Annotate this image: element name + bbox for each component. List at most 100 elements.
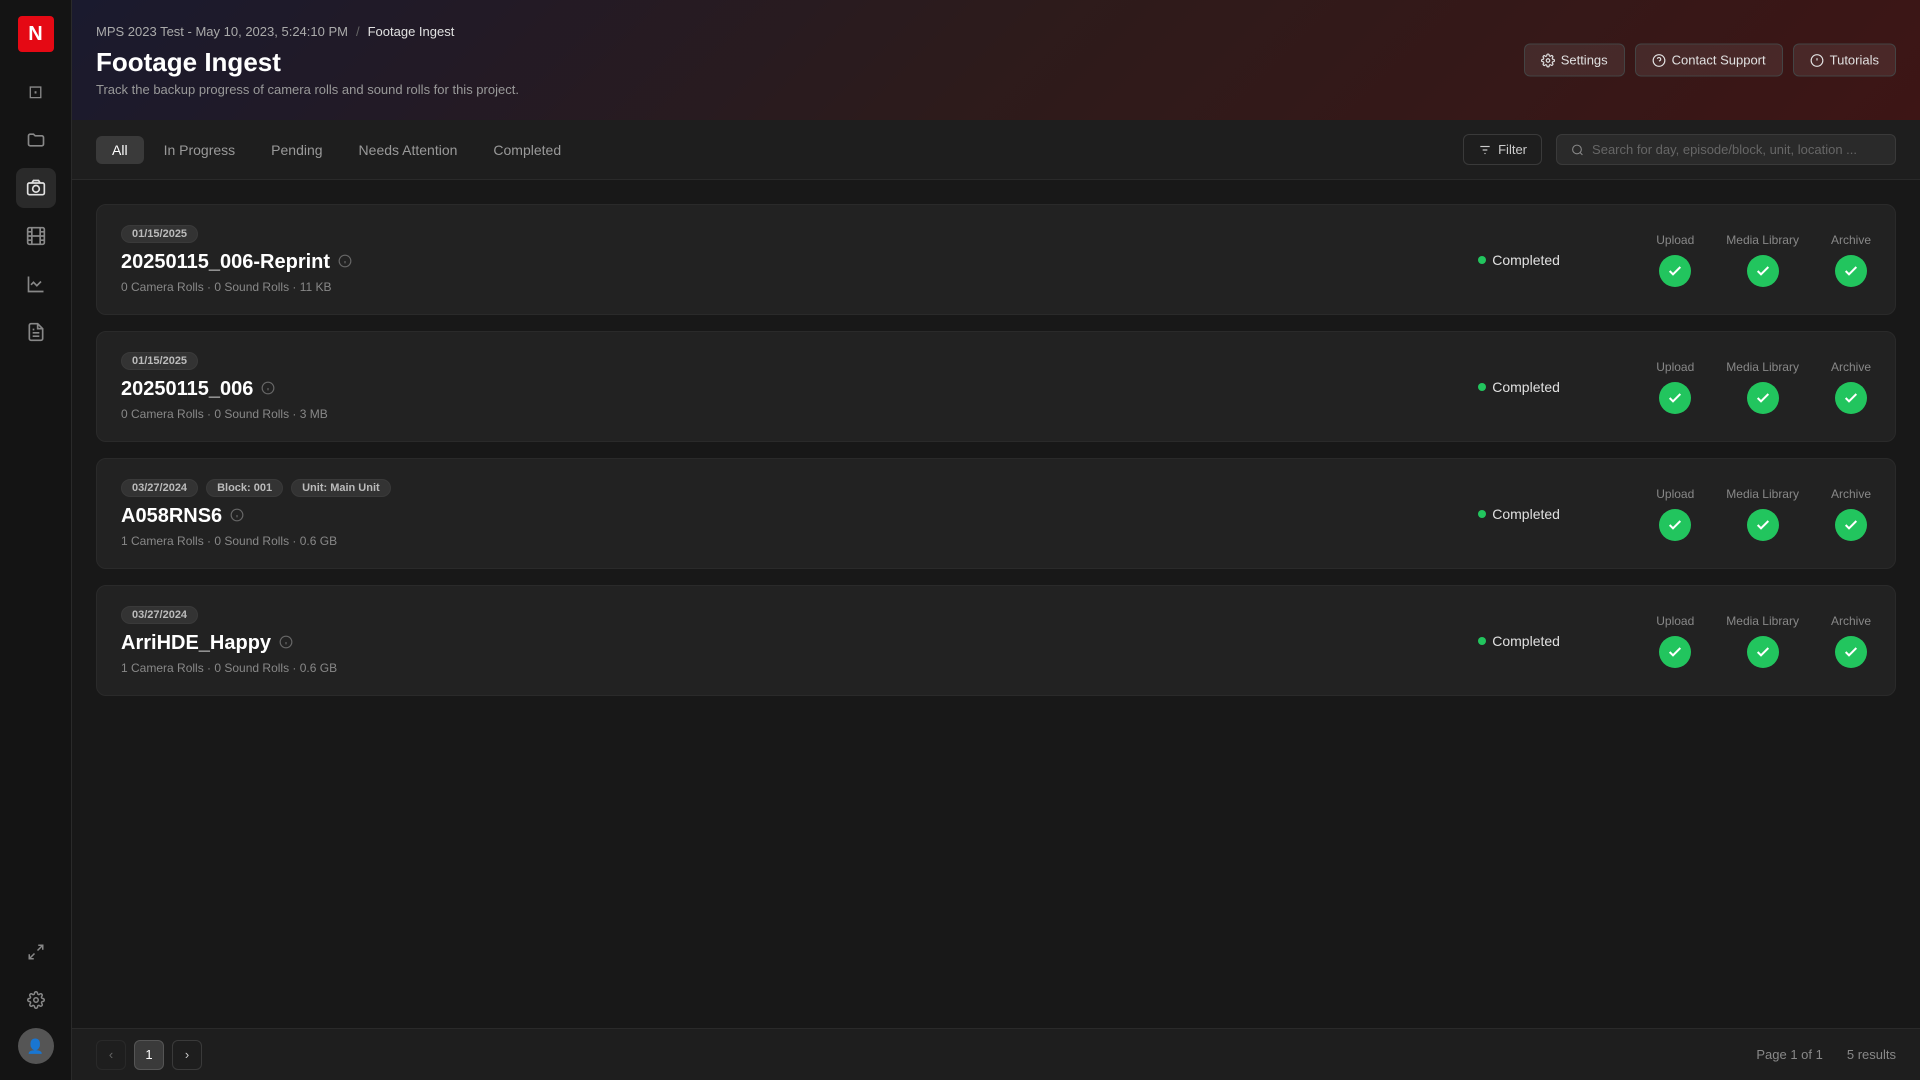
main-content: MPS 2023 Test - May 10, 2023, 5:24:10 PM… — [72, 0, 1920, 1080]
stage: Media Library — [1726, 233, 1799, 287]
stage: Upload — [1656, 487, 1694, 541]
netflix-logo[interactable]: N — [18, 16, 54, 52]
sidebar: N ⊡ 👤 — [0, 0, 72, 1080]
status-dot — [1478, 637, 1486, 645]
stage: Media Library — [1726, 487, 1799, 541]
card-meta: 1 Camera Rolls · 0 Sound Rolls · 0.6 GB — [121, 661, 1478, 675]
page-1-button[interactable]: 1 — [134, 1040, 164, 1070]
search-box — [1556, 134, 1896, 165]
card-status: Completed — [1478, 633, 1608, 649]
stage-label: Archive — [1831, 614, 1871, 628]
stage-check-icon — [1835, 636, 1867, 668]
contact-support-label: Contact Support — [1672, 53, 1766, 68]
card-info: 01/15/2025 20250115_006-Reprint 0 Camera… — [121, 225, 1478, 294]
stage-check-icon — [1747, 255, 1779, 287]
tutorials-icon — [1810, 53, 1824, 67]
stage-check-icon — [1659, 636, 1691, 668]
info-icon[interactable] — [261, 381, 275, 398]
filter-label: Filter — [1498, 142, 1527, 157]
card-tag: 03/27/2024 — [121, 606, 198, 624]
card-name[interactable]: 20250115_006 — [121, 378, 1478, 401]
stage-label: Archive — [1831, 487, 1871, 501]
topbar-actions: Settings Contact Support Tutorials — [1524, 44, 1896, 77]
user-avatar[interactable]: 👤 — [18, 1028, 54, 1064]
contact-support-icon — [1652, 53, 1666, 67]
card-tag: 01/15/2025 — [121, 225, 198, 243]
stage: Upload — [1656, 360, 1694, 414]
status-dot — [1478, 383, 1486, 391]
filter-icon — [1478, 143, 1492, 157]
sidebar-icon-folder[interactable] — [16, 120, 56, 160]
card-name[interactable]: ArriHDE_Happy — [121, 632, 1478, 655]
stage-label: Upload — [1656, 487, 1694, 501]
tab-completed[interactable]: Completed — [477, 136, 577, 164]
status-text: Completed — [1492, 506, 1560, 522]
tab-all[interactable]: All — [96, 136, 144, 164]
filter-button[interactable]: Filter — [1463, 134, 1542, 165]
stage-label: Media Library — [1726, 360, 1799, 374]
stage-label: Media Library — [1726, 233, 1799, 247]
tutorials-button[interactable]: Tutorials — [1793, 44, 1896, 77]
settings-button[interactable]: Settings — [1524, 44, 1625, 77]
settings-btn-icon — [1541, 53, 1555, 67]
card-meta: 0 Camera Rolls · 0 Sound Rolls · 11 KB — [121, 280, 1478, 294]
stage: Archive — [1831, 360, 1871, 414]
tab-needs-attention[interactable]: Needs Attention — [343, 136, 474, 164]
tutorials-label: Tutorials — [1830, 53, 1879, 68]
pagination: ‹ 1 › — [96, 1040, 202, 1070]
status-dot — [1478, 510, 1486, 518]
stage: Upload — [1656, 233, 1694, 287]
stage-check-icon — [1747, 636, 1779, 668]
stage-check-icon — [1835, 382, 1867, 414]
sidebar-icon-report[interactable] — [16, 312, 56, 352]
card-name[interactable]: A058RNS6 — [121, 505, 1478, 528]
stage-label: Archive — [1831, 360, 1871, 374]
stage: Media Library — [1726, 614, 1799, 668]
stage: Upload — [1656, 614, 1694, 668]
stage-label: Media Library — [1726, 487, 1799, 501]
next-page-button[interactable]: › — [172, 1040, 202, 1070]
page-subtitle: Track the backup progress of camera roll… — [96, 82, 1896, 97]
sidebar-icon-expand[interactable] — [16, 932, 56, 972]
card-tag: Unit: Main Unit — [291, 479, 391, 497]
page-info: Page 1 of 1 — [1756, 1047, 1823, 1062]
stage: Media Library — [1726, 360, 1799, 414]
info-icon[interactable] — [279, 635, 293, 652]
stage-check-icon — [1835, 255, 1867, 287]
sidebar-icon-film[interactable] — [16, 216, 56, 256]
tab-in-progress[interactable]: In Progress — [148, 136, 252, 164]
card-status: Completed — [1478, 379, 1608, 395]
breadcrumb-project[interactable]: MPS 2023 Test - May 10, 2023, 5:24:10 PM — [96, 24, 348, 39]
sidebar-icon-camera[interactable] — [16, 168, 56, 208]
card-stages: Upload Media Library Archive — [1656, 233, 1871, 287]
stage-check-icon — [1747, 509, 1779, 541]
status-text: Completed — [1492, 633, 1560, 649]
content-area: 01/15/2025 20250115_006-Reprint 0 Camera… — [72, 180, 1920, 1028]
sidebar-icon-monitor[interactable]: ⊡ — [16, 72, 56, 112]
status-text: Completed — [1492, 379, 1560, 395]
topbar: MPS 2023 Test - May 10, 2023, 5:24:10 PM… — [72, 0, 1920, 120]
contact-support-button[interactable]: Contact Support — [1635, 44, 1783, 77]
ingest-card: 03/27/2024 ArriHDE_Happy 1 Camera Rolls … — [96, 585, 1896, 696]
card-info: 03/27/2024Block: 001Unit: Main Unit A058… — [121, 479, 1478, 548]
stage-check-icon — [1659, 255, 1691, 287]
card-status: Completed — [1478, 252, 1608, 268]
stage-check-icon — [1659, 382, 1691, 414]
card-meta: 0 Camera Rolls · 0 Sound Rolls · 3 MB — [121, 407, 1478, 421]
prev-page-button[interactable]: ‹ — [96, 1040, 126, 1070]
search-input[interactable] — [1592, 142, 1881, 157]
info-icon[interactable] — [338, 254, 352, 271]
card-name[interactable]: 20250115_006-Reprint — [121, 251, 1478, 274]
card-stages: Upload Media Library Archive — [1656, 614, 1871, 668]
info-icon[interactable] — [230, 508, 244, 525]
ingest-card: 03/27/2024Block: 001Unit: Main Unit A058… — [96, 458, 1896, 569]
breadcrumb: MPS 2023 Test - May 10, 2023, 5:24:10 PM… — [96, 24, 1896, 39]
ingest-card: 01/15/2025 20250115_006 0 Camera Rolls ·… — [96, 331, 1896, 442]
search-icon — [1571, 143, 1584, 157]
breadcrumb-current: Footage Ingest — [368, 24, 455, 39]
stage-label: Upload — [1656, 233, 1694, 247]
tab-pending[interactable]: Pending — [255, 136, 338, 164]
ingest-card: 01/15/2025 20250115_006-Reprint 0 Camera… — [96, 204, 1896, 315]
settings-icon[interactable] — [16, 980, 56, 1020]
sidebar-icon-chart[interactable] — [16, 264, 56, 304]
